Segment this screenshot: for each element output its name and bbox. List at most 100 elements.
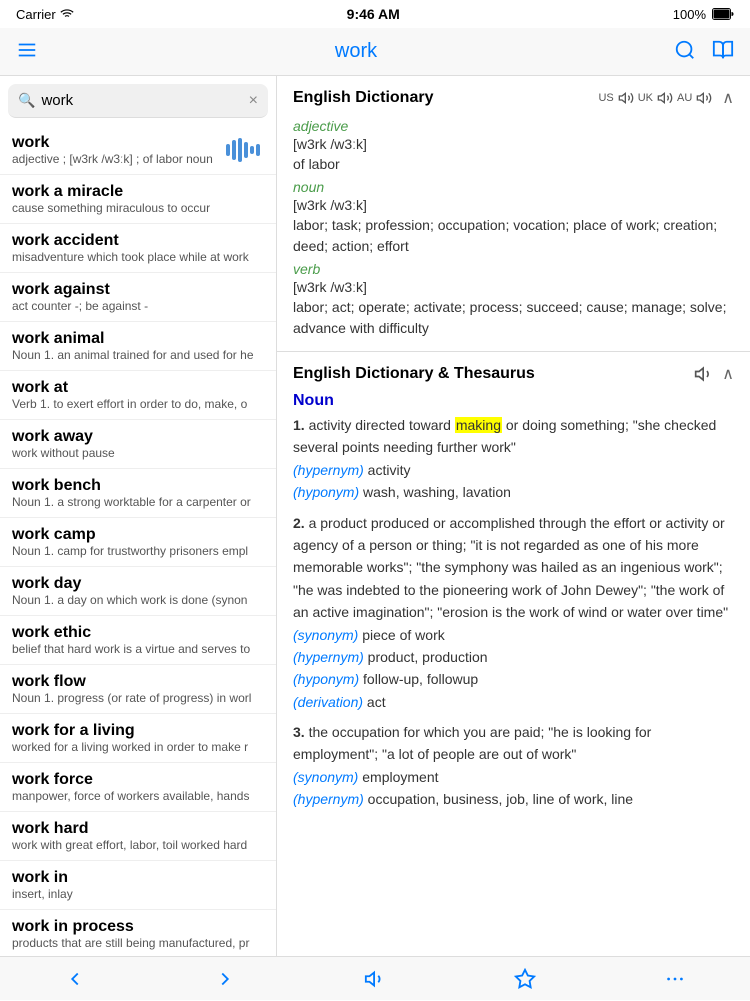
audio-au-icon[interactable]: [696, 90, 712, 106]
word-desc: adjective ; [w3rk /w3ːk] ; of labor noun: [12, 152, 213, 166]
word-title: work hard: [12, 820, 264, 838]
dictionary-section: English Dictionary US UK: [277, 76, 750, 352]
phonetic-adjective: [w3rk /w3ːk]: [293, 136, 734, 152]
word-desc: worked for a living worked in order to m…: [12, 740, 264, 754]
status-bar: Carrier 9:46 AM 100%: [0, 0, 750, 28]
battery-status: 100%: [673, 7, 734, 22]
highlight-making: making: [455, 417, 502, 433]
thesaurus-audio-icon[interactable]: [694, 364, 714, 384]
word-desc: Noun 1. an animal trained for and used f…: [12, 348, 264, 362]
audio-us-icon[interactable]: [618, 90, 634, 106]
list-item[interactable]: work against act counter -; be against -: [0, 273, 276, 322]
word-desc: Noun 1. progress (or rate of progress) i…: [12, 691, 264, 705]
word-desc: manpower, force of workers available, ha…: [12, 789, 264, 803]
search-input[interactable]: [41, 92, 242, 109]
list-item[interactable]: work flow Noun 1. progress (or rate of p…: [0, 665, 276, 714]
word-desc: work without pause: [12, 446, 264, 460]
list-item[interactable]: work force manpower, force of workers av…: [0, 763, 276, 812]
more-button[interactable]: [653, 957, 697, 1001]
noun-pos-label: Noun: [293, 392, 734, 410]
audio-buttons: US UK AU: [598, 90, 712, 106]
list-item[interactable]: work day Noun 1. a day on which work is …: [0, 567, 276, 616]
left-panel: 🔍 × work adjective ; [w3rk /w3ːk] ; of l…: [0, 76, 277, 956]
word-title: work accident: [12, 232, 264, 250]
word-title: work against: [12, 281, 264, 299]
nav-bar: work: [0, 28, 750, 76]
list-item[interactable]: work in insert, inlay: [0, 861, 276, 910]
word-title: work animal: [12, 330, 264, 348]
word-desc: cause something miraculous to occur: [12, 201, 264, 215]
word-title: work bench: [12, 477, 264, 495]
bottom-toolbar: [0, 956, 750, 1000]
thesaurus-entry-2: 2. a product produced or accomplished th…: [293, 512, 734, 714]
carrier-text: Carrier: [16, 7, 74, 22]
star-button[interactable]: [503, 957, 547, 1001]
word-title: work camp: [12, 526, 264, 544]
list-item[interactable]: work ethic belief that hard work is a vi…: [0, 616, 276, 665]
time-display: 9:46 AM: [347, 6, 400, 22]
word-desc: Noun 1. a strong worktable for a carpent…: [12, 495, 264, 509]
list-item[interactable]: work in process products that are still …: [0, 910, 276, 956]
word-desc: insert, inlay: [12, 887, 264, 901]
word-title: work ethic: [12, 624, 264, 642]
hyponym-2[interactable]: (hyponym): [293, 671, 359, 687]
right-panel: English Dictionary US UK: [277, 76, 750, 956]
list-item[interactable]: work bench Noun 1. a strong worktable fo…: [0, 469, 276, 518]
main-content: 🔍 × work adjective ; [w3rk /w3ːk] ; of l…: [0, 76, 750, 956]
word-title: work for a living: [12, 722, 264, 740]
word-title: work away: [12, 428, 264, 446]
word-title: work flow: [12, 673, 264, 691]
dict-section-title: English Dictionary: [293, 89, 433, 107]
word-list: work adjective ; [w3rk /w3ːk] ; of labor…: [0, 126, 276, 956]
derivation-2[interactable]: (derivation): [293, 694, 363, 710]
pos-adjective: adjective: [293, 118, 734, 134]
word-title: work in: [12, 869, 264, 887]
forward-button[interactable]: [203, 957, 247, 1001]
word-desc: work with great effort, labor, toil work…: [12, 838, 264, 852]
search-mag-icon: 🔍: [18, 92, 35, 109]
list-item[interactable]: work away work without pause: [0, 420, 276, 469]
def-noun: labor; task; profession; occupation; voc…: [293, 215, 734, 257]
audio-uk-label: UK: [638, 92, 653, 104]
def-adjective: of labor: [293, 154, 734, 175]
list-item[interactable]: work camp Noun 1. camp for trustworthy p…: [0, 518, 276, 567]
synonym-2[interactable]: (synonym): [293, 627, 358, 643]
search-bar: 🔍 ×: [8, 84, 268, 118]
dict-collapse-button[interactable]: ∧: [722, 88, 734, 108]
search-button[interactable]: [674, 39, 696, 64]
list-item[interactable]: work accident misadventure which took pl…: [0, 224, 276, 273]
hypernym-2[interactable]: (hypernym): [293, 649, 364, 665]
word-title: work a miracle: [12, 183, 264, 201]
hypernym-1[interactable]: (hypernym): [293, 462, 364, 478]
synonym-3[interactable]: (synonym): [293, 769, 358, 785]
word-title: work at: [12, 379, 264, 397]
speaker-button[interactable]: [353, 957, 397, 1001]
book-button[interactable]: [712, 39, 734, 64]
phonetic-verb: [w3rk /w3ːk]: [293, 279, 734, 295]
hypernym-3[interactable]: (hypernym): [293, 791, 364, 807]
def-verb: labor; act; operate; activate; process; …: [293, 297, 734, 339]
menu-button[interactable]: [16, 39, 38, 64]
audio-wave-icon: [224, 136, 264, 164]
word-desc: act counter -; be against -: [12, 299, 264, 313]
list-item[interactable]: work for a living worked for a living wo…: [0, 714, 276, 763]
list-item[interactable]: work hard work with great effort, labor,…: [0, 812, 276, 861]
word-desc: belief that hard work is a virtue and se…: [12, 642, 264, 656]
word-title: work day: [12, 575, 264, 593]
word-title: work force: [12, 771, 264, 789]
nav-title: work: [335, 40, 377, 63]
list-item[interactable]: work animal Noun 1. an animal trained fo…: [0, 322, 276, 371]
clear-button[interactable]: ×: [249, 93, 258, 109]
word-desc: Noun 1. camp for trustworthy prisoners e…: [12, 544, 264, 558]
pos-noun: noun: [293, 179, 734, 195]
back-button[interactable]: [53, 957, 97, 1001]
list-item[interactable]: work adjective ; [w3rk /w3ːk] ; of labor…: [0, 126, 276, 175]
audio-us-label: US: [598, 92, 613, 104]
word-title: work in process: [12, 918, 264, 936]
thesaurus-collapse-button[interactable]: ∧: [722, 364, 734, 384]
hyponym-1[interactable]: (hyponym): [293, 484, 359, 500]
list-item[interactable]: work a miracle cause something miraculou…: [0, 175, 276, 224]
audio-uk-icon[interactable]: [657, 90, 673, 106]
list-item[interactable]: work at Verb 1. to exert effort in order…: [0, 371, 276, 420]
thesaurus-entry-1: 1. activity directed toward making or do…: [293, 414, 734, 504]
